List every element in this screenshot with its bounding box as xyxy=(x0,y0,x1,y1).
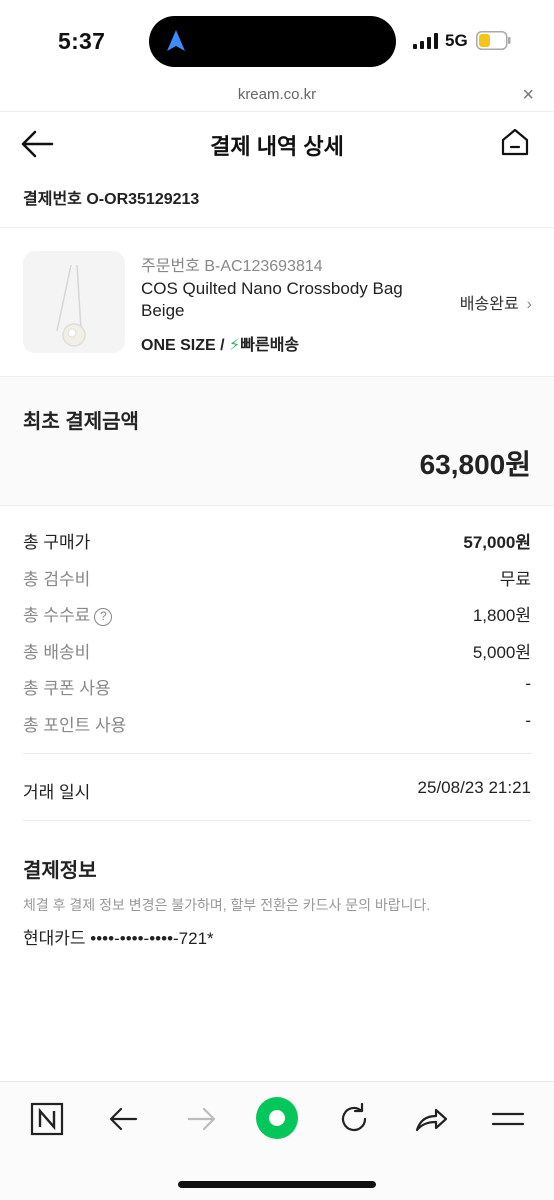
fast-shipping-label: 빠른배송 xyxy=(240,337,300,354)
payment-number-label: 결제번호 xyxy=(23,191,82,208)
fee-label: 총 수수료 xyxy=(23,606,91,626)
browser-toolbar xyxy=(0,1081,554,1200)
green-dot-icon[interactable] xyxy=(255,1096,299,1140)
divider xyxy=(23,820,531,821)
initial-payment-section: 최초 결제금액 63,800원 xyxy=(0,376,554,506)
breakdown-value: - xyxy=(525,710,531,730)
dynamic-island xyxy=(149,16,396,67)
forward-arrow-icon[interactable] xyxy=(181,1099,221,1139)
menu-icon[interactable] xyxy=(488,1099,528,1139)
breakdown-value: 1,800원 xyxy=(472,606,531,626)
payment-info-title: 결제정보 xyxy=(23,860,97,882)
network-type: 5G xyxy=(445,31,468,50)
naver-icon[interactable] xyxy=(27,1099,67,1139)
breakdown-value: - xyxy=(525,674,531,694)
status-bar: 5:37 5G xyxy=(0,0,554,82)
breakdown-value: 무료 xyxy=(499,569,531,589)
breakdown-row: 총 구매가 57,000원 xyxy=(23,520,531,557)
browser-url-bar: kream.co.kr × xyxy=(0,82,554,112)
breakdown-row: 총 배송비 5,000원 xyxy=(23,630,531,667)
transaction-date-row: 거래 일시 25/08/23 21:21 xyxy=(23,770,531,806)
delivery-status[interactable]: 배송완료 › xyxy=(460,290,532,314)
bag-image-icon xyxy=(56,264,86,347)
transaction-date-label: 거래 일시 xyxy=(23,783,91,802)
product-image xyxy=(23,251,125,353)
page-header: 결제 내역 상세 xyxy=(0,112,554,174)
breakdown-label: 총 구매가 xyxy=(23,533,91,552)
breakdown-label: 총 쿠폰 사용 xyxy=(23,679,111,699)
payment-info-note: 체결 후 결제 정보 변경은 불가하며, 할부 전환은 카드사 문의 바랍니다. xyxy=(23,897,431,913)
url-text[interactable]: kream.co.kr xyxy=(0,86,554,103)
payment-card: 현대카드 ••••-••••-••••-721* xyxy=(23,929,214,948)
lightning-icon: ⚡ xyxy=(229,337,241,354)
close-icon[interactable]: × xyxy=(522,84,534,107)
breakdown-label: 총 포인트 사용 xyxy=(23,715,127,735)
navigation-arrow-icon xyxy=(167,30,185,51)
signal-icon xyxy=(413,33,438,49)
breakdown-row: 총 수수료? 1,800원 xyxy=(23,593,531,630)
initial-payment-label: 최초 결제금액 xyxy=(23,411,139,433)
initial-payment-amount: 63,800원 xyxy=(419,449,531,480)
home-icon[interactable] xyxy=(500,127,530,157)
product-card[interactable]: 주문번호 B-AC123693814 COS Quilted Nano Cros… xyxy=(0,228,554,375)
status-time: 5:37 xyxy=(58,28,106,54)
breakdown-row: 총 검수비 무료 xyxy=(23,557,531,594)
back-arrow-icon[interactable] xyxy=(104,1099,144,1139)
product-size: ONE SIZE / xyxy=(141,337,230,354)
battery-icon xyxy=(476,31,511,50)
divider xyxy=(23,753,531,754)
breakdown-row: 총 포인트 사용 - xyxy=(23,703,531,740)
breakdown-label: 총 배송비 xyxy=(23,642,91,662)
breakdown-value: 57,000원 xyxy=(463,533,531,552)
share-icon[interactable] xyxy=(411,1099,451,1139)
payment-breakdown: 총 구매가 57,000원 총 검수비 무료 총 수수료? 1,800원 총 배… xyxy=(23,520,531,740)
page-title: 결제 내역 상세 xyxy=(210,134,344,159)
transaction-date-value: 25/08/23 21:21 xyxy=(417,778,531,797)
chevron-right-icon: › xyxy=(526,296,532,313)
product-order-number: 주문번호 B-AC123693814 xyxy=(141,258,323,275)
payment-number: 결제번호 O-OR35129213 xyxy=(23,176,199,224)
payment-number-value: O-OR35129213 xyxy=(86,191,200,208)
delivery-status-label: 배송완료 xyxy=(459,296,519,313)
help-icon[interactable]: ? xyxy=(94,608,113,627)
product-option: ONE SIZE / ⚡빠른배송 xyxy=(141,331,299,355)
breakdown-label: 총 검수비 xyxy=(23,569,91,589)
breakdown-label: 총 수수료? xyxy=(23,601,113,627)
home-indicator xyxy=(178,1181,376,1188)
reload-icon[interactable] xyxy=(334,1099,374,1139)
breakdown-row: 총 쿠폰 사용 - xyxy=(23,666,531,703)
product-name: COS Quilted Nano Crossbody Bag Beige xyxy=(141,279,403,320)
breakdown-value: 5,000원 xyxy=(472,642,531,662)
